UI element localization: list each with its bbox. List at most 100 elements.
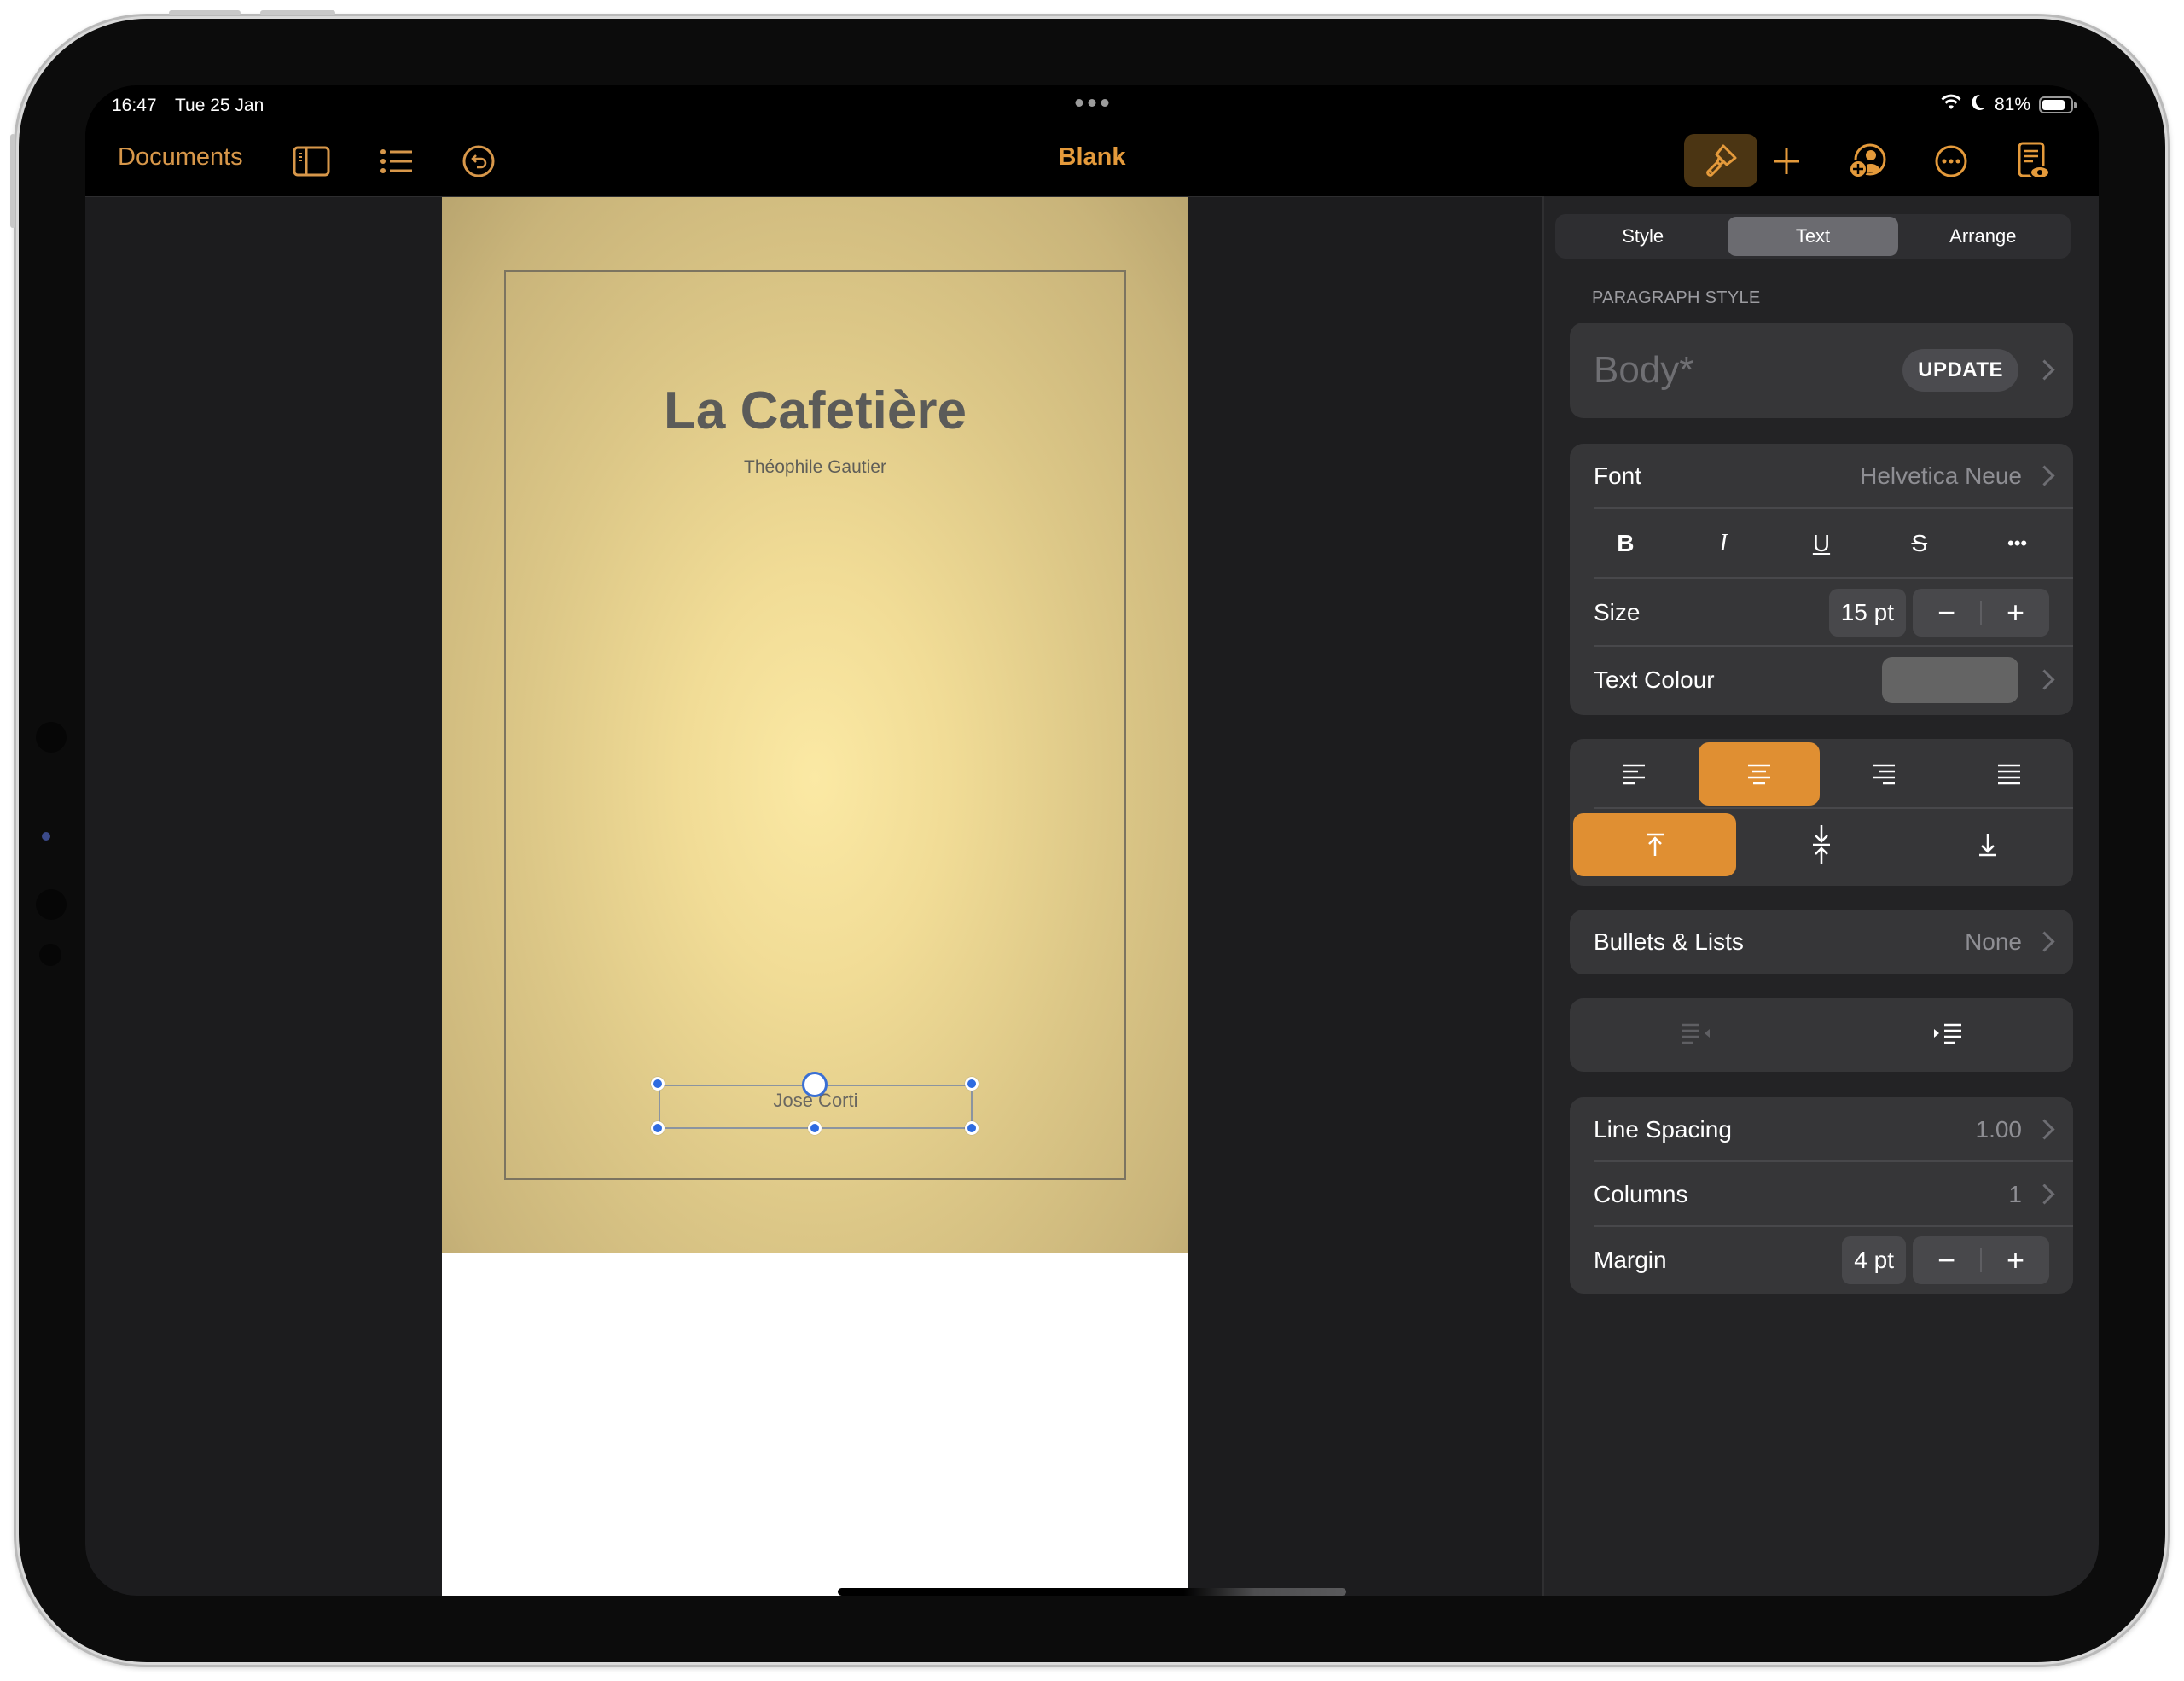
resize-handle-bottom-center[interactable] — [808, 1121, 822, 1135]
italic-button[interactable]: I — [1693, 530, 1753, 557]
toolbar: Documents Blank — [85, 126, 2099, 196]
resize-handle-top-left[interactable] — [651, 1077, 665, 1091]
home-indicator[interactable] — [838, 1588, 1346, 1596]
text-colour-label: Text Colour — [1594, 666, 1715, 693]
align-left-icon — [1623, 764, 1646, 785]
align-bottom-button[interactable] — [1907, 813, 2070, 876]
battery-icon — [2039, 96, 2077, 113]
margin-increase-button[interactable]: + — [1982, 1236, 2049, 1284]
increase-indent-button[interactable] — [1821, 998, 2073, 1070]
align-left-button[interactable] — [1573, 742, 1695, 806]
tab-arrange[interactable]: Arrange — [1898, 217, 2068, 256]
paragraph-style-label: PARAGRAPH STYLE — [1592, 288, 1761, 307]
text-colour-swatch[interactable] — [1882, 657, 2018, 703]
document-canvas[interactable]: La Cafetière Théophile Gautier Jose Cort… — [85, 196, 1542, 1596]
more-icon[interactable] — [1930, 140, 1972, 183]
cover-title[interactable]: La Cafetière — [442, 381, 1188, 441]
size-stepper: − + — [1913, 589, 2049, 637]
wifi-icon — [1940, 94, 1962, 116]
document-page[interactable]: La Cafetière Théophile Gautier Jose Cort… — [442, 197, 1188, 1596]
bullets-lists-row[interactable]: Bullets & Lists None — [1570, 910, 2073, 974]
undo-icon[interactable] — [457, 140, 500, 183]
font-value: Helvetica Neue — [1860, 462, 2022, 489]
align-bottom-icon — [1979, 834, 1997, 857]
align-middle-button[interactable] — [1740, 813, 1902, 876]
format-inspector: Style Text Arrange PARAGRAPH STYLE Body*… — [1542, 196, 2099, 1596]
columns-value: 1 — [2008, 1181, 2022, 1207]
bold-button[interactable]: B — [1595, 530, 1655, 557]
camera-lens — [42, 832, 50, 840]
chevron-right-icon — [2037, 932, 2049, 952]
paragraph-style-card[interactable]: Body* UPDATE — [1570, 323, 2073, 418]
align-center-button[interactable] — [1698, 742, 1820, 806]
align-top-icon — [1646, 833, 1664, 856]
collaborate-icon[interactable] — [1846, 140, 1889, 183]
power-button — [10, 134, 15, 228]
line-spacing-row[interactable]: Line Spacing 1.00 — [1570, 1097, 2073, 1162]
decrease-indent-button[interactable] — [1570, 998, 1821, 1070]
bullets-label: Bullets & Lists — [1594, 928, 1744, 955]
sidebar-icon[interactable] — [290, 140, 333, 183]
alignment-card — [1570, 739, 2073, 886]
camera-sensor — [36, 722, 67, 753]
camera-sensor-3 — [39, 944, 61, 966]
resize-handle-top-right[interactable] — [965, 1077, 979, 1091]
margin-value[interactable]: 4 pt — [1842, 1236, 1906, 1284]
resize-handle-bottom-left[interactable] — [651, 1121, 665, 1135]
more-text-options-button[interactable]: ••• — [1988, 532, 2048, 555]
strikethrough-button[interactable]: S — [1890, 530, 1949, 557]
cover-author[interactable]: Théophile Gautier — [442, 457, 1188, 478]
margin-decrease-button[interactable]: − — [1913, 1236, 1980, 1284]
chevron-right-icon — [2037, 670, 2049, 690]
line-spacing-label: Line Spacing — [1594, 1116, 1732, 1143]
align-right-icon — [1873, 764, 1896, 785]
resize-handle-bottom-right[interactable] — [965, 1121, 979, 1135]
tab-text[interactable]: Text — [1728, 217, 1898, 256]
font-card: Font Helvetica Neue B I U S ••• Size 15 … — [1570, 444, 2073, 715]
chevron-right-icon — [2037, 360, 2049, 381]
increase-indent-icon — [1933, 1023, 1961, 1044]
size-increase-button[interactable]: + — [1982, 589, 2049, 637]
camera-sensor-2 — [36, 889, 67, 920]
paragraph-style-value: Body* — [1594, 349, 1694, 391]
list-icon[interactable] — [375, 140, 418, 183]
indent-card — [1570, 998, 2073, 1072]
moon-icon — [1971, 94, 1986, 116]
multitasking-handle[interactable] — [1075, 99, 1109, 107]
size-row: Size 15 pt − + — [1570, 579, 2073, 647]
document-title[interactable]: Blank — [1059, 143, 1126, 172]
status-date: Tue 25 Jan — [175, 96, 264, 115]
size-label: Size — [1594, 599, 1641, 625]
text-colour-row[interactable]: Text Colour — [1570, 647, 2073, 713]
font-label: Font — [1594, 462, 1642, 489]
reading-view-icon[interactable] — [2012, 140, 2054, 183]
plus-icon[interactable] — [1765, 140, 1808, 183]
paintbrush-icon[interactable] — [1684, 134, 1757, 187]
align-justify-icon — [1997, 764, 2020, 785]
font-row[interactable]: Font Helvetica Neue — [1570, 444, 2073, 509]
decrease-indent-icon — [1682, 1023, 1710, 1044]
align-right-button[interactable] — [1823, 742, 1945, 806]
spacing-card: Line Spacing 1.00 Columns 1 Margin 4 pt … — [1570, 1097, 2073, 1294]
tab-style[interactable]: Style — [1558, 217, 1728, 256]
rotate-handle[interactable] — [802, 1072, 828, 1097]
align-justify-button[interactable] — [1949, 742, 2071, 806]
inspector-tabs: Style Text Arrange — [1555, 214, 2071, 259]
align-center-icon — [1747, 764, 1770, 785]
columns-label: Columns — [1594, 1181, 1688, 1207]
chevron-right-icon — [2037, 1120, 2049, 1140]
chevron-right-icon — [2037, 466, 2049, 486]
update-style-button[interactable]: UPDATE — [1902, 349, 2018, 392]
screen: 16:47 Tue 25 Jan 81% Documents Blank La … — [85, 85, 2099, 1596]
chevron-right-icon — [2037, 1184, 2049, 1205]
status-icons: 81% — [1940, 94, 2077, 116]
columns-row[interactable]: Columns 1 — [1570, 1162, 2073, 1227]
text-format-buttons: B I U S ••• — [1570, 509, 2073, 579]
documents-button[interactable]: Documents — [118, 143, 243, 172]
underline-button[interactable]: U — [1792, 530, 1851, 557]
margin-stepper: − + — [1913, 1236, 2049, 1284]
size-decrease-button[interactable]: − — [1913, 589, 1980, 637]
size-value[interactable]: 15 pt — [1828, 589, 1906, 637]
align-top-button[interactable] — [1573, 813, 1737, 876]
status-bar: 16:47 Tue 25 Jan 81% — [85, 85, 2099, 126]
